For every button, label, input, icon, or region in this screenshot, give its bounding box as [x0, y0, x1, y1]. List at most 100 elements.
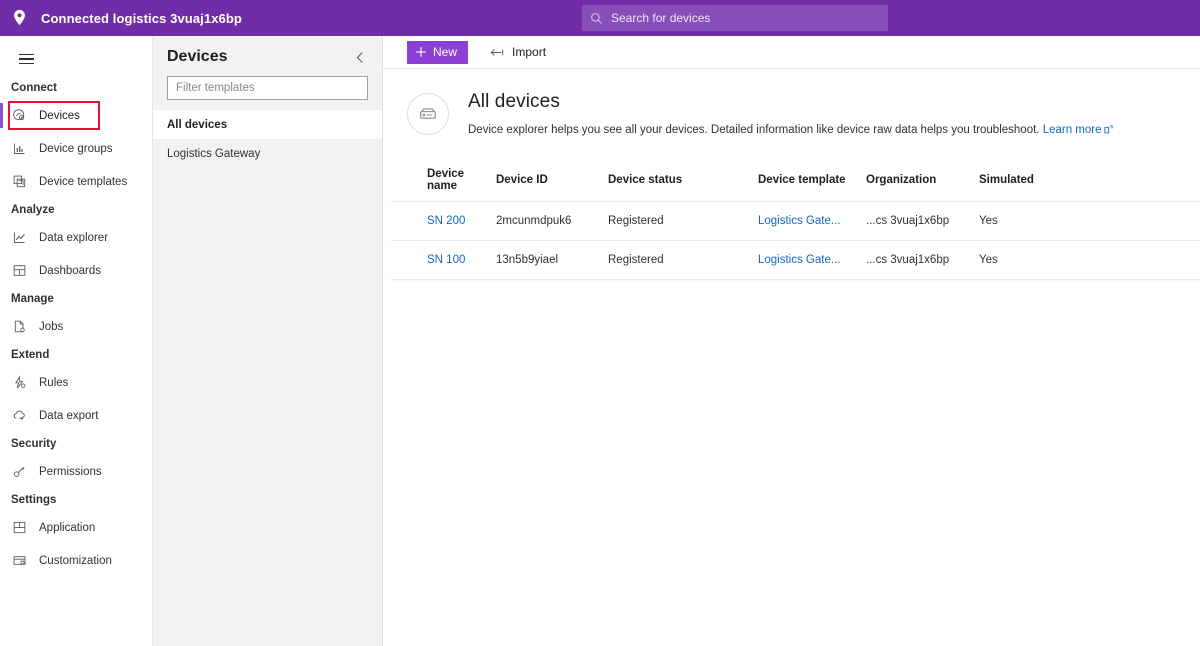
cell-organization: ...cs 3vuaj1x6bp	[866, 240, 979, 281]
sidebar-item-rules[interactable]: Rules	[0, 366, 152, 399]
hero-text: All devices Device explorer helps you se…	[468, 91, 1113, 139]
column-header-device-status[interactable]: Device status	[608, 159, 758, 203]
command-toolbar: New Import	[383, 36, 1200, 69]
column-header-organization[interactable]: Organization	[866, 159, 979, 203]
external-link-icon	[1103, 123, 1113, 139]
panel-title: Devices	[167, 48, 228, 65]
page-description: Device explorer helps you see all your d…	[468, 122, 1113, 139]
new-device-label: New	[433, 45, 458, 59]
filter-templates-input[interactable]	[167, 76, 368, 100]
cloud-export-icon	[11, 407, 28, 424]
device-template-link[interactable]: Logistics Gate...	[758, 254, 840, 266]
devices-table-wrap: Device name Device ID Device status Devi…	[383, 159, 1200, 284]
sidebar-item-label: Rules	[39, 376, 69, 389]
filter-templates-wrap	[153, 67, 382, 110]
cell-device-name: SN 100	[391, 240, 496, 281]
chevron-left-icon[interactable]	[353, 48, 368, 67]
learn-more-link[interactable]: Learn more	[1043, 124, 1102, 136]
column-header-device-template[interactable]: Device template	[758, 159, 866, 203]
selected-accent-bar	[0, 103, 3, 128]
sidebar-item-jobs[interactable]: Jobs	[0, 310, 152, 343]
sidebar-item-label: Devices	[39, 109, 80, 122]
cell-device-template: Logistics Gate...	[758, 240, 866, 281]
panel-item-label: All devices	[167, 118, 228, 131]
device-box-icon	[407, 93, 449, 135]
devices-panel: Devices All devices Logistics Gateway	[153, 36, 383, 646]
devices-icon	[11, 107, 28, 124]
nav-group-extend: Extend	[11, 349, 50, 361]
panel-item-all-devices[interactable]: All devices	[153, 110, 382, 139]
application-layout-icon	[11, 519, 28, 536]
sidebar-item-label: Dashboards	[39, 264, 102, 277]
cell-simulated: Yes	[979, 201, 1200, 242]
cell-device-id: 13n5b9yiael	[496, 240, 608, 281]
customization-icon	[11, 552, 28, 569]
cell-device-status: Registered	[608, 201, 758, 242]
sidebar-item-data-explorer[interactable]: Data explorer	[0, 221, 152, 254]
import-label: Import	[512, 45, 547, 59]
new-device-button[interactable]: New	[407, 40, 469, 64]
sidebar-item-data-export[interactable]: Data export	[0, 399, 152, 432]
nav-group-analyze: Analyze	[11, 204, 55, 216]
sidebar-item-label: Customization	[39, 554, 112, 567]
device-name-link[interactable]: SN 200	[427, 215, 465, 227]
app-title: Connected logistics 3vuaj1x6bp	[41, 10, 242, 26]
device-template-link[interactable]: Logistics Gate...	[758, 215, 840, 227]
top-app-bar: Connected logistics 3vuaj1x6bp Search fo…	[0, 0, 1200, 36]
table-header: Device name Device ID Device status Devi…	[391, 159, 1200, 203]
devices-table: Device name Device ID Device status Devi…	[391, 159, 1200, 281]
sidebar-item-label: Permissions	[39, 465, 102, 478]
rules-lightning-icon	[11, 374, 28, 391]
device-name-link[interactable]: SN 100	[427, 254, 465, 266]
sidebar-item-label: Application	[39, 521, 96, 534]
column-header-simulated[interactable]: Simulated	[979, 159, 1200, 203]
key-icon	[11, 463, 28, 480]
import-button[interactable]: Import	[486, 41, 550, 64]
panel-item-logistics-gateway[interactable]: Logistics Gateway	[153, 139, 382, 168]
global-search-box[interactable]: Search for devices	[582, 5, 888, 31]
nav-group-security: Security	[11, 438, 57, 450]
sidebar-item-customization[interactable]: Customization	[0, 544, 152, 577]
column-header-device-name[interactable]: Device name	[391, 159, 496, 203]
location-pin-icon	[12, 9, 27, 27]
search-icon	[590, 12, 603, 25]
app-shell: Connect Devices Device groups Device tem…	[0, 36, 1200, 646]
sidebar-item-permissions[interactable]: Permissions	[0, 455, 152, 488]
plus-icon	[415, 46, 427, 58]
sidebar-item-device-groups[interactable]: Device groups	[0, 132, 152, 165]
page-description-text: Device explorer helps you see all your d…	[468, 124, 1040, 136]
line-chart-icon	[11, 229, 28, 246]
sidebar-item-device-templates[interactable]: Device templates	[0, 165, 152, 198]
main-content: New Import All devices Device explorer h…	[383, 36, 1200, 646]
nav-group-connect: Connect	[11, 82, 57, 94]
search-input[interactable]: Search for devices	[611, 11, 710, 25]
left-navigation: Connect Devices Device groups Device tem…	[0, 36, 153, 646]
sidebar-item-label: Device groups	[39, 142, 113, 155]
table-bottom-shadow	[391, 280, 1200, 284]
hamburger-menu-icon[interactable]	[8, 42, 44, 76]
cell-device-id: 2mcunmdpuk6	[496, 201, 608, 242]
device-groups-icon	[11, 140, 28, 157]
nav-group-settings: Settings	[11, 494, 57, 506]
sidebar-item-label: Data explorer	[39, 231, 109, 244]
sidebar-item-dashboards[interactable]: Dashboards	[0, 254, 152, 287]
nav-group-manage: Manage	[11, 293, 54, 305]
table-row[interactable]: SN 200 2mcunmdpuk6 Registered Logistics …	[391, 201, 1200, 242]
device-templates-icon	[11, 173, 28, 190]
sidebar-item-label: Data export	[39, 409, 99, 422]
cell-simulated: Yes	[979, 240, 1200, 281]
table-row[interactable]: SN 100 13n5b9yiael Registered Logistics …	[391, 240, 1200, 281]
page-title: All devices	[468, 91, 560, 112]
panel-item-label: Logistics Gateway	[167, 147, 261, 160]
dashboard-grid-icon	[11, 262, 28, 279]
sidebar-item-application[interactable]: Application	[0, 511, 152, 544]
table-body: SN 200 2mcunmdpuk6 Registered Logistics …	[391, 201, 1200, 281]
page-hero: All devices Device explorer helps you se…	[383, 69, 1200, 139]
cell-device-name: SN 200	[391, 201, 496, 242]
sidebar-item-devices[interactable]: Devices	[0, 99, 152, 132]
column-header-device-id[interactable]: Device ID	[496, 159, 608, 203]
jobs-document-icon	[11, 318, 28, 335]
sidebar-item-label: Device templates	[39, 175, 128, 188]
table-header-row: Device name Device ID Device status Devi…	[391, 159, 1200, 203]
cell-device-template: Logistics Gate...	[758, 201, 866, 242]
